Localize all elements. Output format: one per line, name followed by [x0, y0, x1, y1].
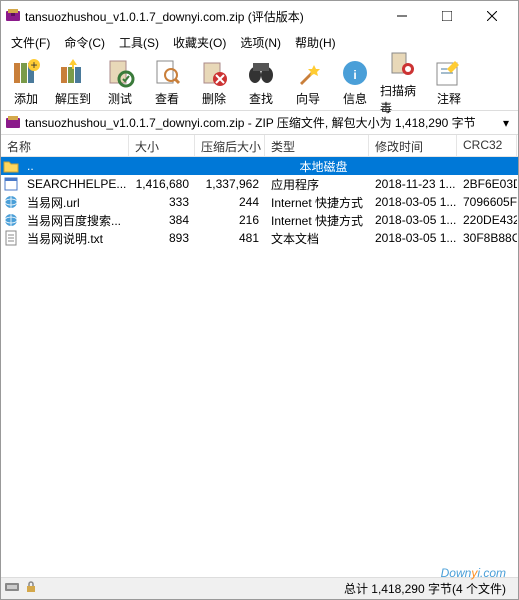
info-button[interactable]: i信息 [332, 55, 378, 109]
svg-text:i: i [353, 68, 356, 82]
file-name: SEARCHHELPE... [21, 177, 129, 191]
file-packed: 216 [195, 213, 265, 227]
file-type: 应用程序 [265, 176, 369, 193]
file-packed: 244 [195, 195, 265, 209]
comment-button[interactable]: 注释 [426, 55, 472, 109]
virus-scan-icon [386, 49, 418, 81]
file-size: 893 [129, 231, 195, 245]
app-icon [5, 8, 21, 24]
file-row[interactable]: ..本地磁盘 [1, 157, 518, 175]
status-text: 总计 1,418,290 字节(4 个文件) [344, 580, 514, 597]
toolbar: +添加 解压到 测试 查看 删除 查找 向导 i信息 扫描病毒 注释 自解压格式 [1, 53, 518, 111]
file-date: 2018-11-23 1... [369, 177, 457, 191]
menu-options[interactable]: 选项(N) [234, 32, 287, 53]
path-text: tansuozhushou_v1.0.1.7_downyi.com.zip - … [25, 114, 498, 131]
col-packed[interactable]: 压缩后大小 [195, 135, 265, 156]
test-button[interactable]: 测试 [97, 55, 143, 109]
close-button[interactable] [469, 2, 514, 30]
svg-text:+: + [30, 58, 37, 72]
archive-icon [5, 115, 21, 131]
status-bar: 总计 1,418,290 字节(4 个文件) [1, 577, 518, 599]
title-bar: tansuozhushou_v1.0.1.7_downyi.com.zip (评… [1, 1, 518, 31]
menu-help[interactable]: 帮助(H) [289, 32, 342, 53]
file-name: 当易网百度搜索... [21, 212, 129, 229]
file-type: Internet 快捷方式 [265, 212, 369, 229]
file-date: 2018-03-05 1... [369, 213, 457, 227]
minimize-button[interactable] [379, 2, 424, 30]
window-controls [379, 2, 514, 30]
window-title: tansuozhushou_v1.0.1.7_downyi.com.zip (评… [25, 8, 379, 25]
file-type: 文本文档 [265, 230, 369, 247]
scan-button[interactable]: 扫描病毒 [379, 55, 425, 109]
menu-file[interactable]: 文件(F) [5, 32, 56, 53]
col-crc[interactable]: CRC32 [457, 135, 517, 156]
books-extract-icon [57, 57, 89, 89]
books-add-icon: + [10, 57, 42, 89]
file-icon [3, 176, 19, 192]
binoculars-icon [245, 57, 277, 89]
col-size[interactable]: 大小 [129, 135, 195, 156]
view-icon [151, 57, 183, 89]
file-icon [3, 212, 19, 228]
file-packed: 1,337,962 [195, 177, 265, 191]
file-size: 1,416,680 [129, 177, 195, 191]
file-size: 384 [129, 213, 195, 227]
file-name: 当易网.url [21, 194, 129, 211]
file-icon [3, 194, 19, 210]
menu-favorites[interactable]: 收藏夹(O) [167, 32, 232, 53]
file-row[interactable]: 当易网百度搜索...384216Internet 快捷方式2018-03-05 … [1, 211, 518, 229]
comment-icon [433, 57, 465, 89]
delete-button[interactable]: 删除 [191, 55, 237, 109]
path-dropdown-icon[interactable]: ▾ [498, 116, 514, 130]
file-crc: 7096605F [457, 195, 517, 209]
list-header: 名称 大小 压缩后大小 类型 修改时间 CRC32 [1, 135, 518, 157]
col-date[interactable]: 修改时间 [369, 135, 457, 156]
file-icon [3, 158, 19, 174]
file-icon [3, 230, 19, 246]
menu-bar: 文件(F) 命令(C) 工具(S) 收藏夹(O) 选项(N) 帮助(H) [1, 31, 518, 53]
file-date: 2018-03-05 1... [369, 231, 457, 245]
file-name: 当易网说明.txt [21, 230, 129, 247]
col-type[interactable]: 类型 [265, 135, 369, 156]
status-disk-icon [5, 581, 21, 596]
maximize-button[interactable] [424, 2, 469, 30]
file-row[interactable]: SEARCHHELPE...1,416,6801,337,962应用程序2018… [1, 175, 518, 193]
col-name[interactable]: 名称 [1, 135, 129, 156]
file-packed: 481 [195, 231, 265, 245]
menu-tools[interactable]: 工具(S) [113, 32, 165, 53]
file-crc: 30F8B88C [457, 231, 517, 245]
delete-icon [198, 57, 230, 89]
file-crc: 2BF6E03D [457, 177, 517, 191]
view-button[interactable]: 查看 [144, 55, 190, 109]
find-button[interactable]: 查找 [238, 55, 284, 109]
file-type: Internet 快捷方式 [265, 194, 369, 211]
extract-button[interactable]: 解压到 [50, 55, 96, 109]
file-crc: 220DE432 [457, 213, 517, 227]
file-date: 2018-03-05 1... [369, 195, 457, 209]
file-list[interactable]: ..本地磁盘SEARCHHELPE...1,416,6801,337,962应用… [1, 157, 518, 559]
test-icon [104, 57, 136, 89]
wizard-icon [292, 57, 324, 89]
add-button[interactable]: +添加 [3, 55, 49, 109]
file-row[interactable]: 当易网说明.txt893481文本文档2018-03-05 1...30F8B8… [1, 229, 518, 247]
status-lock-icon [25, 581, 37, 596]
file-name: .. [21, 159, 129, 173]
file-type: 本地磁盘 [129, 158, 518, 175]
info-icon: i [339, 57, 371, 89]
menu-command[interactable]: 命令(C) [58, 32, 111, 53]
wizard-button[interactable]: 向导 [285, 55, 331, 109]
file-size: 333 [129, 195, 195, 209]
path-bar[interactable]: tansuozhushou_v1.0.1.7_downyi.com.zip - … [1, 111, 518, 135]
file-row[interactable]: 当易网.url333244Internet 快捷方式2018-03-05 1..… [1, 193, 518, 211]
